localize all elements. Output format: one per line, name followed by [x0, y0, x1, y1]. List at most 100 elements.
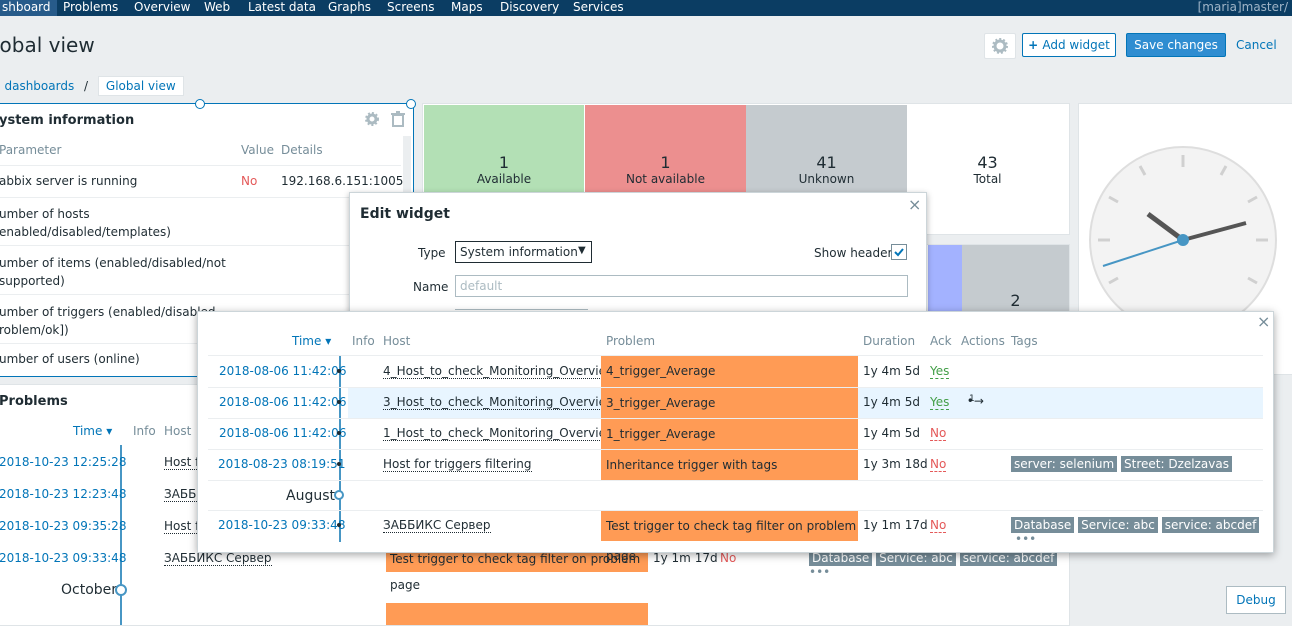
column-header-host: Host: [164, 424, 192, 438]
tag: Street: Dzelzavas: [1121, 456, 1232, 472]
column-header-time[interactable]: Time ▾: [292, 334, 331, 348]
problem-time[interactable]: 2018-08-06 11:42:06: [219, 426, 346, 440]
problem-host[interactable]: ЗАББИКС Сервер: [383, 518, 491, 533]
tile-total[interactable]: 43 Total: [907, 105, 1068, 233]
widget-gear-icon[interactable]: [364, 111, 380, 130]
chevron-down-icon: ▼: [578, 245, 586, 256]
problem-time[interactable]: 2018-10-23 09:35:28: [0, 519, 126, 533]
sysinfo-row-details: 192.168.6.151:10051: [281, 174, 412, 188]
problems-popup: × Time ▾ Info Host Problem Duration Ack …: [197, 311, 1274, 563]
close-icon[interactable]: ×: [1257, 312, 1270, 331]
problem-ack[interactable]: No: [930, 457, 947, 472]
close-icon[interactable]: ×: [908, 195, 921, 214]
column-header-details: Details: [281, 143, 323, 157]
tag: server: selenium: [1011, 456, 1118, 472]
problem-tags: Database Service: abc service: abcdef ••…: [1011, 517, 1273, 546]
widget-trash-icon[interactable]: [391, 111, 405, 130]
widget-title: ystem information: [0, 113, 135, 128]
problem-host[interactable]: ЗАББИКС Сервер: [164, 551, 272, 566]
column-header-value: Value: [241, 143, 274, 157]
problem-tags: server: selenium Street: Dzelzavas: [1011, 456, 1232, 472]
problem-duration: 1y 4m 5d: [863, 426, 920, 440]
problem-ack[interactable]: Yes: [930, 395, 950, 410]
more-icon[interactable]: •••: [809, 565, 830, 579]
nav-discovery[interactable]: Discovery: [500, 0, 559, 16]
problem-host[interactable]: 3_Host_to_check_Monitoring_Overview: [383, 395, 616, 410]
problem-name: [386, 603, 648, 625]
nav-maps[interactable]: Maps: [451, 0, 483, 16]
problem-name[interactable]: 3_trigger_Average: [601, 388, 858, 418]
actions-icon[interactable]: 1•→: [961, 394, 984, 408]
type-label: Type: [418, 246, 446, 260]
problem-ack[interactable]: No: [930, 426, 947, 441]
type-select[interactable]: System information ▼: [455, 241, 592, 263]
problem-ack[interactable]: Yes: [930, 364, 950, 379]
timeline-dot: [337, 369, 341, 373]
cancel-link[interactable]: Cancel: [1236, 38, 1277, 52]
nav-problems[interactable]: Problems: [63, 0, 118, 16]
breadcrumb-global-view[interactable]: Global view: [97, 76, 184, 96]
problem-time[interactable]: 2018-10-23 12:25:28: [0, 455, 126, 469]
user-link[interactable]: [maria]master/: [1198, 0, 1288, 14]
gear-icon: [992, 38, 1008, 54]
sysinfo-row-param: umber of hosts enabled/disabled/template…: [0, 207, 171, 239]
nav-latest-data[interactable]: Latest data: [248, 0, 316, 16]
tile-number: 43: [977, 153, 998, 172]
problem-time[interactable]: 2018-08-06 11:42:06: [219, 395, 346, 409]
problem-time[interactable]: 2018-10-23 09:33:48: [0, 551, 126, 565]
problem-time[interactable]: 2018-08-06 11:42:06: [219, 364, 346, 378]
breadcrumb-all-dashboards[interactable]: ll dashboards: [0, 79, 74, 93]
timeline-dot: [337, 462, 341, 466]
problem-host[interactable]: Host for triggers filtering: [383, 457, 532, 472]
nav-overview[interactable]: Overview: [134, 0, 191, 16]
problem-time[interactable]: 2018-08-23 08:19:51: [218, 457, 345, 471]
nav-web[interactable]: Web: [204, 0, 230, 16]
add-widget-button[interactable]: + Add widget: [1022, 33, 1116, 57]
problem-name[interactable]: 4_trigger_Average: [601, 356, 858, 387]
sysinfo-row-param: umber of users (online): [0, 352, 140, 366]
timeline-dot: [337, 523, 341, 527]
problem-name[interactable]: Inheritance trigger with tags: [601, 450, 858, 480]
problem-tags: Database Service: abc service: abcdef ••…: [809, 550, 1069, 579]
problem-time[interactable]: 2018-10-23 09:33:48: [218, 518, 345, 532]
timeline-dot: [337, 431, 341, 435]
tile-number: 41: [816, 153, 837, 172]
nav-graphs[interactable]: Graphs: [328, 0, 371, 16]
nav-dashboard[interactable]: shboard: [0, 0, 57, 16]
save-changes-button[interactable]: Save changes: [1126, 33, 1226, 57]
more-icon[interactable]: •••: [1015, 532, 1036, 546]
problem-ack[interactable]: No: [930, 518, 947, 533]
problem-name[interactable]: 1_trigger_Average: [601, 419, 858, 449]
tile-number: 1: [498, 153, 510, 172]
clock-icon: [1089, 146, 1277, 334]
name-input[interactable]: default: [455, 275, 908, 297]
column-header-host: Host: [383, 334, 411, 348]
actions-count: 1: [969, 394, 975, 404]
breadcrumb-separator: /: [84, 79, 89, 93]
resize-handle[interactable]: [406, 99, 416, 109]
plus-icon: +: [1028, 38, 1043, 52]
top-navigation: shboard Problems Overview Web Latest dat…: [0, 0, 1292, 16]
nav-screens[interactable]: Screens: [387, 0, 435, 16]
problem-host[interactable]: 4_Host_to_check_Monitoring_Overview: [383, 364, 616, 379]
column-header-duration: Duration: [863, 334, 916, 348]
type-select-value: System information: [460, 245, 578, 259]
show-header-checkbox[interactable]: [891, 244, 907, 260]
problem-time[interactable]: 2018-10-23 12:23:48: [0, 487, 126, 501]
tag: Service: abc: [1078, 517, 1158, 533]
tag: service: abcdef: [1161, 517, 1260, 533]
column-header-time[interactable]: Time ▾: [73, 424, 112, 438]
sysinfo-row-value: No: [241, 174, 258, 188]
sysinfo-row-param: umber of triggers (enabled/disabled robl…: [0, 305, 216, 337]
dialog-title: Edit widget: [360, 206, 450, 222]
problem-host[interactable]: 1_Host_to_check_Monitoring_Overview: [383, 426, 616, 441]
column-header-parameter: Parameter: [0, 143, 62, 157]
debug-button[interactable]: Debug: [1226, 586, 1286, 614]
tile-label: Available: [476, 172, 532, 186]
problem-name[interactable]: Test trigger to check tag filter on prob…: [601, 511, 858, 563]
dashboard-settings-button[interactable]: [984, 33, 1016, 59]
column-header-problem: Problem: [606, 334, 656, 348]
resize-handle[interactable]: [195, 99, 205, 109]
problem-ack[interactable]: No: [720, 551, 736, 565]
nav-services[interactable]: Services: [573, 0, 624, 16]
